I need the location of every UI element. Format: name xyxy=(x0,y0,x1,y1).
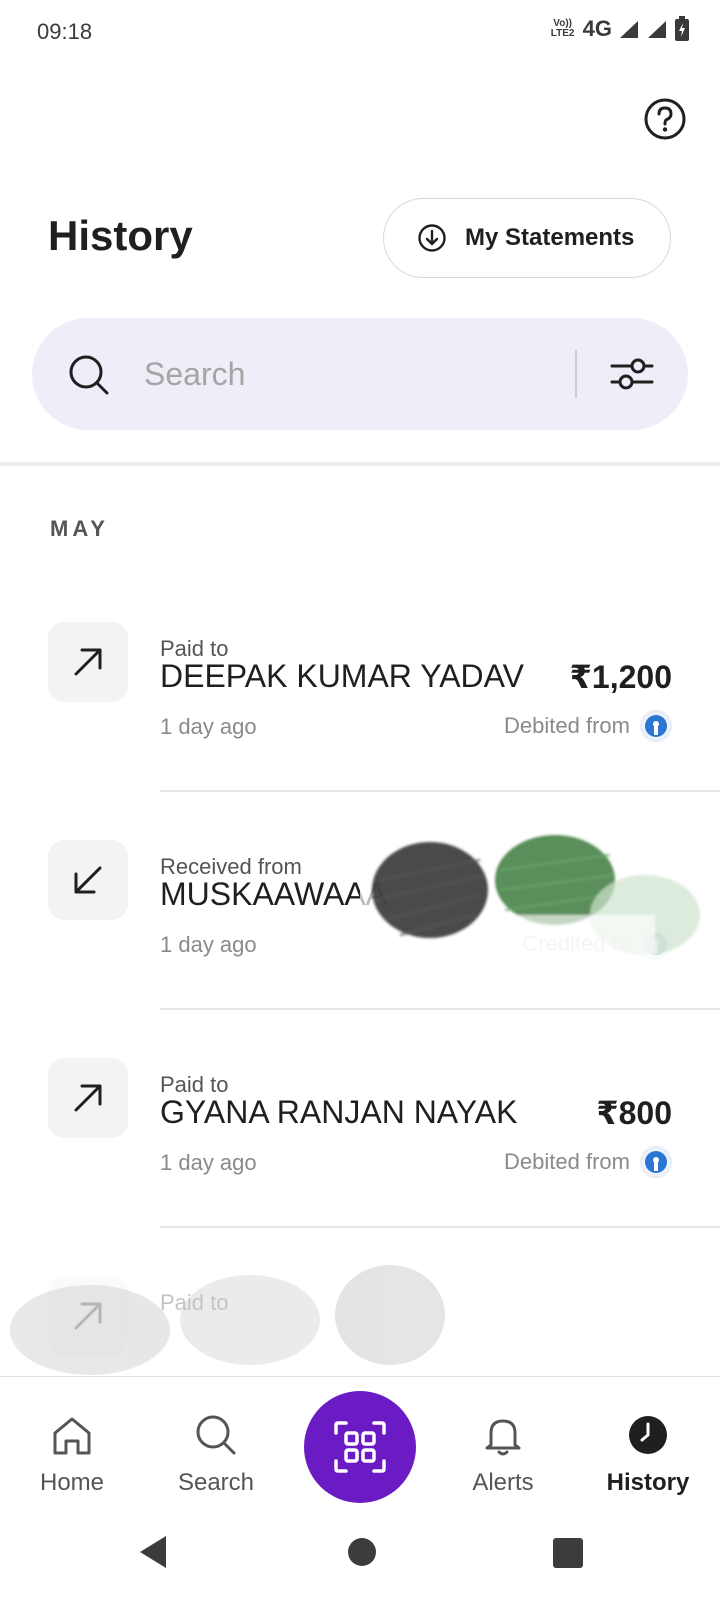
nav-alerts-label: Alerts xyxy=(472,1469,534,1496)
status-time: 09:18 xyxy=(37,19,93,44)
transaction-row[interactable]: Received from MUSKAAWAAA 1 day ago Credi… xyxy=(0,840,720,1058)
status-icons: Vo)) LTE2 4G xyxy=(549,16,690,42)
battery-charging-icon xyxy=(675,16,689,41)
transaction-name: MUSKAAWAAA xyxy=(160,876,387,912)
history-clock-icon xyxy=(629,1416,667,1454)
search-bar[interactable] xyxy=(32,318,688,430)
back-icon[interactable] xyxy=(138,1534,168,1570)
bottom-navigation: Home Search Alerts History xyxy=(0,1376,720,1510)
debit-label: Debited from xyxy=(504,713,630,738)
credit-label: Credited to xyxy=(522,931,630,956)
transaction-amount: ₹800 xyxy=(596,1095,672,1131)
arrow-up-right-icon xyxy=(74,1302,102,1330)
signal-icon xyxy=(648,21,666,38)
bank-logo-icon xyxy=(640,1146,672,1178)
nav-home[interactable]: Home xyxy=(7,1377,137,1511)
debit-info: Debited from xyxy=(504,710,672,742)
transaction-time: 1 day ago xyxy=(160,714,257,739)
month-header: MAY xyxy=(50,516,109,541)
home-icon xyxy=(53,1417,91,1455)
transaction-time: 1 day ago xyxy=(160,1150,257,1175)
search-icon xyxy=(69,355,109,395)
transaction-direction-tile xyxy=(48,840,128,920)
credit-info: Credited to xyxy=(522,928,672,960)
debit-info: Debited from xyxy=(504,1146,672,1178)
bank-logo-icon xyxy=(640,710,672,742)
row-divider xyxy=(160,1008,720,1010)
search-input[interactable] xyxy=(144,348,584,400)
filter-icon[interactable] xyxy=(610,354,654,394)
transaction-direction-tile xyxy=(48,1058,128,1138)
transaction-time: 1 day ago xyxy=(160,932,257,957)
arrow-up-right-icon xyxy=(74,648,102,676)
row-divider xyxy=(160,790,720,792)
transaction-row[interactable]: Paid to GYANA RANJAN NAYAK ₹800 1 day ag… xyxy=(0,1058,720,1276)
transaction-direction-tile xyxy=(48,1276,128,1356)
search-divider xyxy=(575,350,577,398)
download-icon xyxy=(418,224,446,252)
system-navigation-bar xyxy=(0,1510,720,1600)
qr-scan-icon xyxy=(334,1421,386,1473)
section-separator xyxy=(0,462,720,466)
network-type: 4G xyxy=(582,16,612,41)
row-divider xyxy=(160,1226,720,1228)
transaction-row[interactable]: Paid to DEEPAK KUMAR YADAV ₹1,200 1 day … xyxy=(0,622,720,840)
nav-history-label: History xyxy=(606,1469,690,1496)
status-bar: 09:18 Vo)) LTE2 4G xyxy=(0,0,720,64)
transaction-type: Paid to xyxy=(160,1290,229,1315)
arrow-down-left-icon xyxy=(74,866,102,894)
bell-icon xyxy=(485,1419,521,1456)
nav-search-label: Search xyxy=(177,1469,255,1496)
nav-alerts[interactable]: Alerts xyxy=(438,1377,568,1511)
my-statements-label: My Statements xyxy=(465,224,635,251)
nav-history[interactable]: History xyxy=(583,1377,713,1511)
debit-label: Debited from xyxy=(504,1149,630,1174)
help-button[interactable] xyxy=(643,97,687,141)
arrow-up-right-icon xyxy=(74,1084,102,1112)
page-title: History xyxy=(48,212,193,259)
transaction-direction-tile xyxy=(48,622,128,702)
search-icon xyxy=(196,1415,236,1455)
home-circle-icon[interactable] xyxy=(348,1538,376,1566)
recents-square-icon[interactable] xyxy=(553,1538,583,1568)
bank-logo-icon xyxy=(640,928,672,960)
transaction-amount: ₹1,200 xyxy=(569,659,672,695)
nav-search[interactable]: Search xyxy=(151,1377,281,1511)
signal-icon xyxy=(620,21,638,38)
transaction-name: DEEPAK KUMAR YADAV xyxy=(160,658,524,694)
volte-indicator: Vo)) LTE2 xyxy=(550,18,575,39)
transaction-name: GYANA RANJAN NAYAK xyxy=(160,1094,518,1130)
help-icon xyxy=(644,98,686,140)
scan-qr-button[interactable] xyxy=(304,1391,416,1503)
my-statements-button[interactable]: My Statements xyxy=(383,198,671,278)
nav-home-label: Home xyxy=(39,1469,105,1496)
